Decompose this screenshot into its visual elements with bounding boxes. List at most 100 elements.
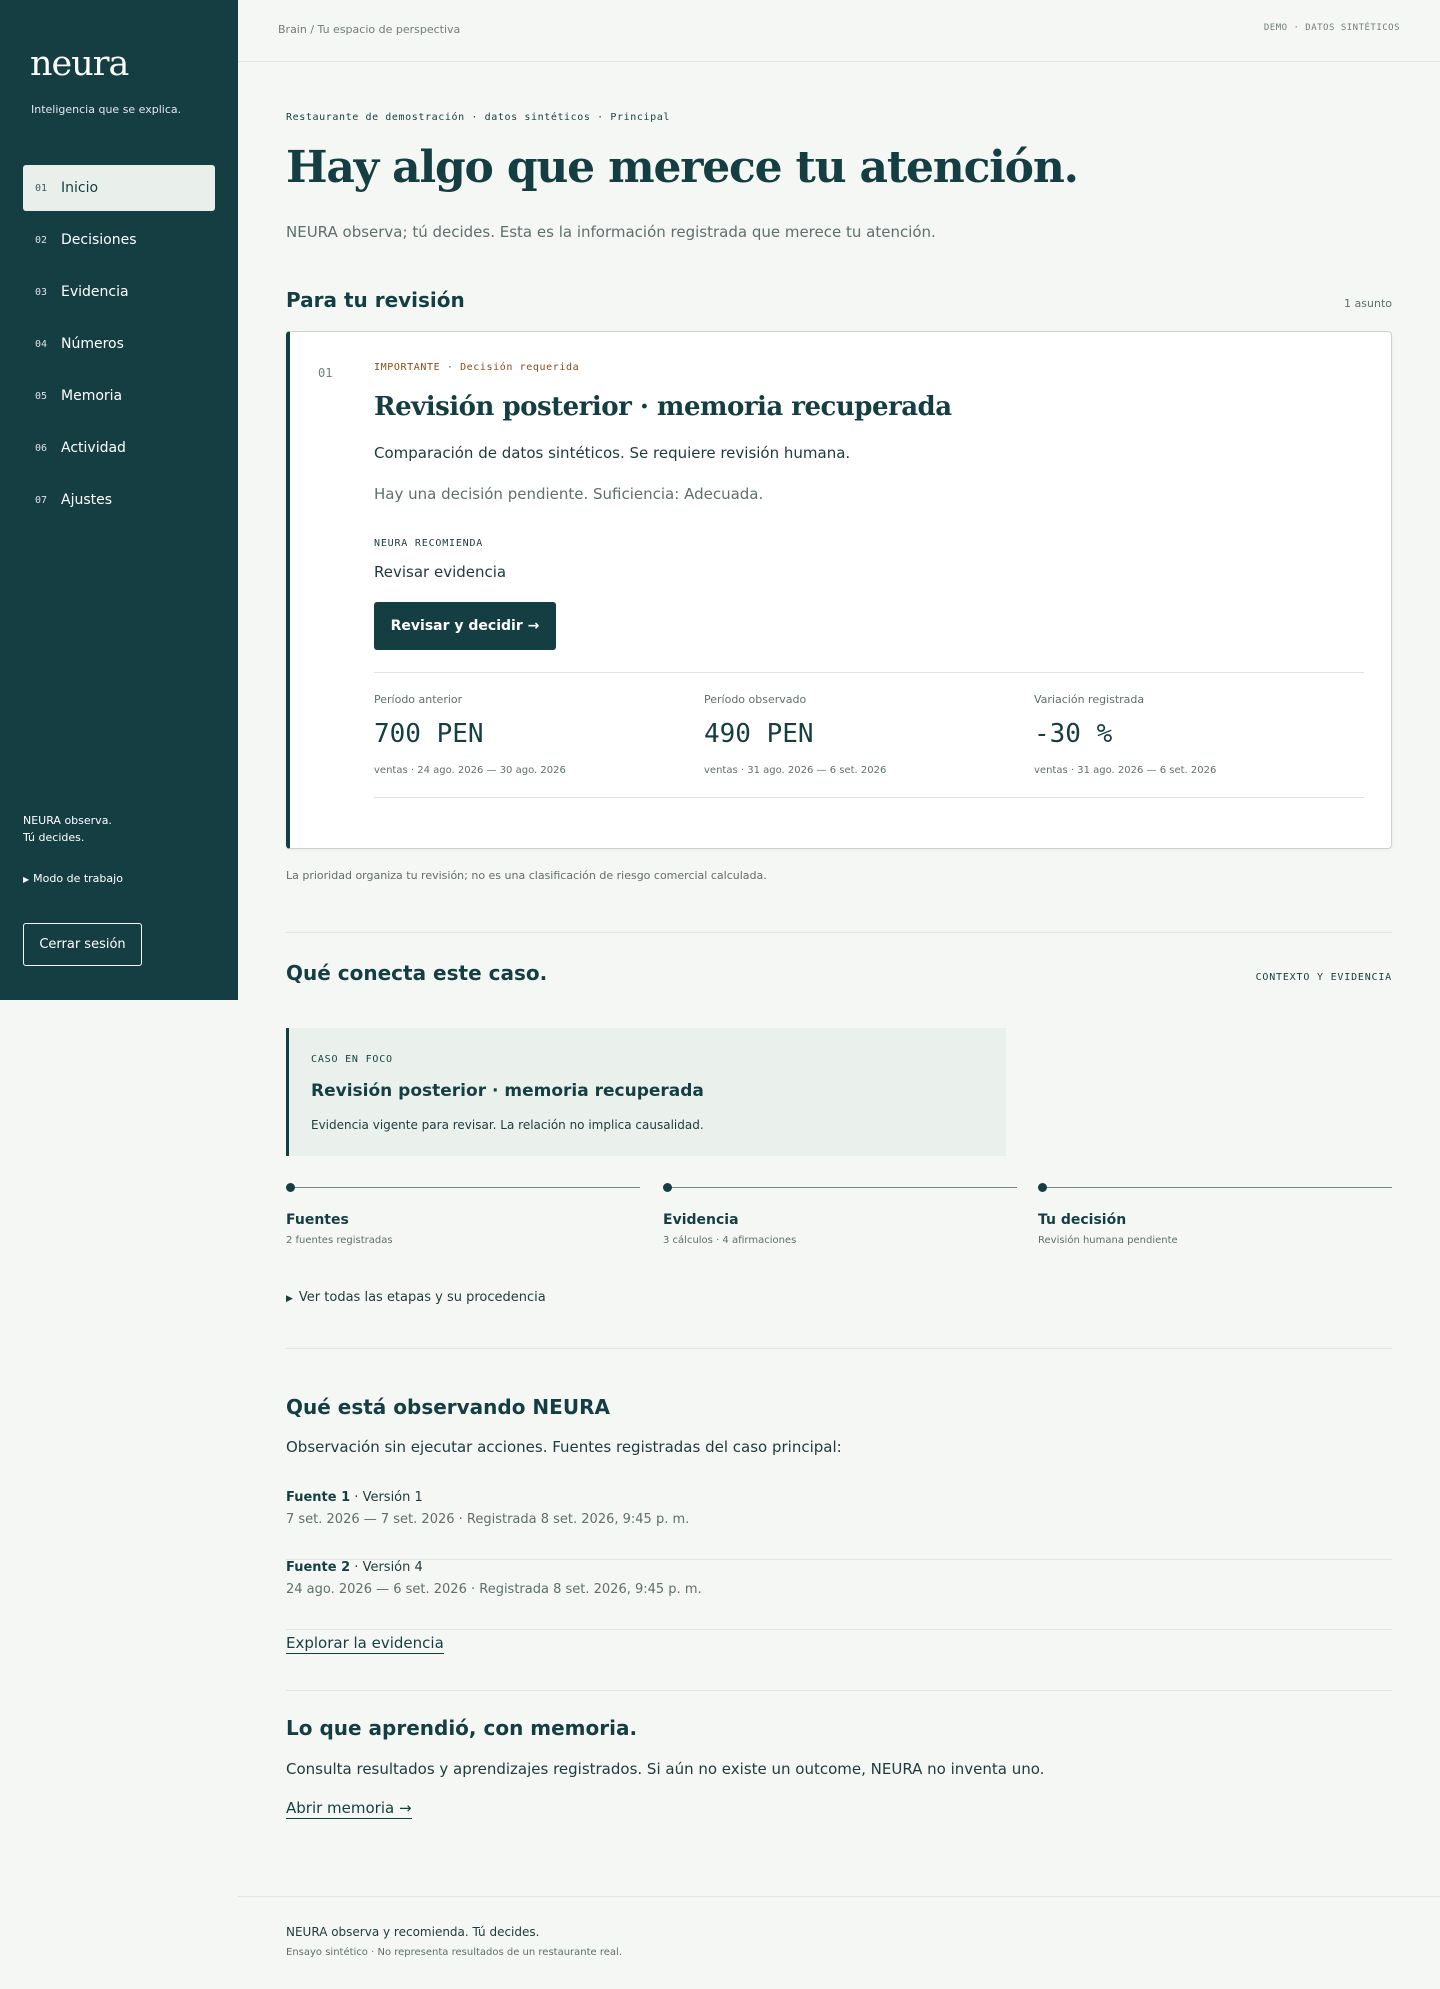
sidebar-item-evidencia[interactable]: 03 Evidencia — [23, 269, 215, 315]
stage-evidence: Evidencia 3 cálculos · 4 afirmaciones — [663, 1180, 1017, 1252]
divider — [286, 932, 1392, 933]
metric-observed-period: Período observado 490 PEN ventas · 31 ag… — [704, 673, 1034, 797]
logout-button[interactable]: Cerrar sesión — [23, 923, 142, 966]
brand-tagline: Inteligencia que se explica. — [31, 103, 182, 116]
sidebar-note-line1: NEURA observa. — [23, 814, 112, 827]
stage-dot-icon — [663, 1183, 672, 1192]
nav-number: 05 — [35, 390, 48, 402]
stage-sources: Fuentes 2 fuentes registradas — [286, 1180, 640, 1252]
page-eyebrow: Restaurante de demostración · datos sint… — [286, 112, 670, 123]
focus-label: CASO EN FOCO — [311, 1054, 393, 1065]
metric-value: 490 PEN — [704, 719, 814, 749]
metrics-row: Período anterior 700 PEN ventas · 24 ago… — [374, 672, 1364, 798]
card-description: Comparación de datos sintéticos. Se requ… — [374, 444, 851, 462]
nav-number: 07 — [35, 494, 48, 506]
sidebar-item-ajustes[interactable]: 07 Ajustes — [23, 477, 215, 523]
work-mode-toggle[interactable]: ▶ Modo de trabajo — [23, 872, 123, 885]
stage-title: Evidencia — [663, 1212, 739, 1228]
recommendation-label: NEURA RECOMIENDA — [374, 538, 484, 549]
source-version: · Versión 1 — [350, 1490, 423, 1505]
divider — [286, 1690, 1392, 1691]
metric-label: Período observado — [704, 693, 807, 706]
card-number: 01 — [318, 366, 333, 380]
source-name: Fuente 1 — [286, 1490, 351, 1505]
metric-label: Variación registrada — [1034, 693, 1145, 706]
review-card: 01 IMPORTANTE · Decisión requerida Revis… — [286, 331, 1392, 849]
work-mode-label: Modo de trabajo — [33, 872, 123, 885]
stage-timeline: Fuentes 2 fuentes registradas Evidencia … — [286, 1180, 1392, 1252]
review-section-title: Para tu revisión — [286, 288, 465, 312]
source-item: Fuente 2 · Versión 4 24 ago. 2026 — 6 se… — [286, 1560, 1392, 1630]
expander-label: Ver todas las etapas y su procedencia — [298, 1290, 546, 1305]
page-lead: NEURA observa; tú decides. Esta es la in… — [286, 223, 936, 241]
sidebar-item-decisiones[interactable]: 02 Decisiones — [23, 217, 215, 263]
context-tag: CONTEXTO Y EVIDENCIA — [1255, 972, 1392, 983]
footer-line2: Ensayo sintético · No representa resulta… — [286, 1947, 623, 1958]
nav-number: 04 — [35, 338, 48, 350]
priority-note: La prioridad organiza tu revisión; no es… — [286, 869, 767, 882]
sidebar-item-inicio[interactable]: 01 Inicio — [23, 165, 215, 211]
observing-section-title: Qué está observando NEURA — [286, 1395, 610, 1419]
sidebar-nav: 01 Inicio 02 Decisiones 03 Evidencia 04 … — [23, 165, 215, 529]
demo-badge: DEMO · DATOS SINTÉTICOS — [1263, 23, 1400, 33]
metric-sub: ventas · 31 ago. 2026 — 6 set. 2026 — [704, 765, 887, 776]
stage-line — [1044, 1187, 1392, 1188]
nav-label: Actividad — [61, 440, 126, 456]
focus-case-panel: CASO EN FOCO Revisión posterior · memori… — [286, 1028, 1006, 1156]
brand-logo[interactable]: neura — [30, 44, 129, 84]
card-title: Revisión posterior · memoria recuperada — [374, 392, 952, 422]
nav-number: 06 — [35, 442, 48, 454]
memory-section-title: Lo que aprendió, con memoria. — [286, 1716, 638, 1740]
review-count: 1 asunto — [1344, 297, 1392, 310]
sidebar-item-actividad[interactable]: 06 Actividad — [23, 425, 215, 471]
stage-line — [669, 1187, 1017, 1188]
page-title: Hay algo que merece tu atención. — [286, 142, 1079, 193]
priority-label: IMPORTANTE · Decisión requerida — [374, 362, 580, 373]
review-and-decide-button[interactable]: Revisar y decidir → — [374, 602, 556, 650]
stage-title: Fuentes — [286, 1212, 349, 1228]
stages-expander[interactable]: ▶ Ver todas las etapas y su procedencia — [286, 1290, 546, 1305]
sidebar-item-memoria[interactable]: 05 Memoria — [23, 373, 215, 419]
card-status: Hay una decisión pendiente. Suficiencia:… — [374, 485, 764, 503]
nav-number: 02 — [35, 234, 48, 246]
stage-dot-icon — [286, 1183, 295, 1192]
nav-label: Memoria — [61, 388, 123, 404]
stage-line — [292, 1187, 640, 1188]
source-item: Fuente 1 · Versión 1 7 set. 2026 — 7 set… — [286, 1490, 1392, 1560]
sidebar: neura Inteligencia que se explica. 01 In… — [0, 0, 238, 1000]
explore-evidence-link[interactable]: Explorar la evidencia — [286, 1634, 444, 1654]
divider — [286, 1348, 1392, 1349]
nav-label: Inicio — [61, 180, 99, 196]
focus-description: Evidencia vigente para revisar. La relac… — [311, 1118, 704, 1132]
source-heading: Fuente 2 · Versión 4 — [286, 1560, 423, 1575]
memory-subtitle: Consulta resultados y aprendizajes regis… — [286, 1760, 1045, 1778]
source-heading: Fuente 1 · Versión 1 — [286, 1490, 423, 1505]
source-name: Fuente 2 — [286, 1560, 351, 1575]
top-bar: Brain / Tu espacio de perspectiva DEMO ·… — [238, 0, 1440, 62]
metric-previous-period: Período anterior 700 PEN ventas · 24 ago… — [374, 673, 704, 797]
metric-sub: ventas · 24 ago. 2026 — 30 ago. 2026 — [374, 765, 566, 776]
sidebar-note-line2: Tú decides. — [23, 831, 85, 844]
metric-value: -30 % — [1034, 719, 1113, 749]
breadcrumb: Brain / Tu espacio de perspectiva — [278, 23, 461, 36]
recommendation-action: Revisar evidencia — [374, 563, 507, 581]
nav-label: Evidencia — [61, 284, 129, 300]
source-dates: 24 ago. 2026 — 6 set. 2026 · Registrada … — [286, 1582, 702, 1597]
sidebar-note: NEURA observa. Tú decides. — [23, 812, 112, 846]
footer: NEURA observa y recomienda. Tú decides. … — [238, 1896, 1440, 1989]
stage-sub: 3 cálculos · 4 afirmaciones — [663, 1235, 797, 1246]
metric-label: Período anterior — [374, 693, 463, 706]
stage-decision: Tu decisión Revisión humana pendiente — [1038, 1180, 1392, 1252]
stage-title: Tu decisión — [1038, 1212, 1127, 1228]
triangle-right-icon: ▶ — [286, 1294, 293, 1304]
metric-value: 700 PEN — [374, 719, 484, 749]
sidebar-item-numeros[interactable]: 04 Números — [23, 321, 215, 367]
nav-number: 03 — [35, 286, 48, 298]
nav-label: Decisiones — [61, 232, 137, 248]
stage-sub: Revisión humana pendiente — [1038, 1235, 1178, 1246]
open-memory-link[interactable]: Abrir memoria → — [286, 1799, 412, 1819]
metric-variation: Variación registrada -30 % ventas · 31 a… — [1034, 673, 1364, 797]
nav-label: Números — [61, 336, 124, 352]
source-dates: 7 set. 2026 — 7 set. 2026 · Registrada 8… — [286, 1512, 690, 1527]
footer-line1: NEURA observa y recomienda. Tú decides. — [286, 1925, 540, 1939]
